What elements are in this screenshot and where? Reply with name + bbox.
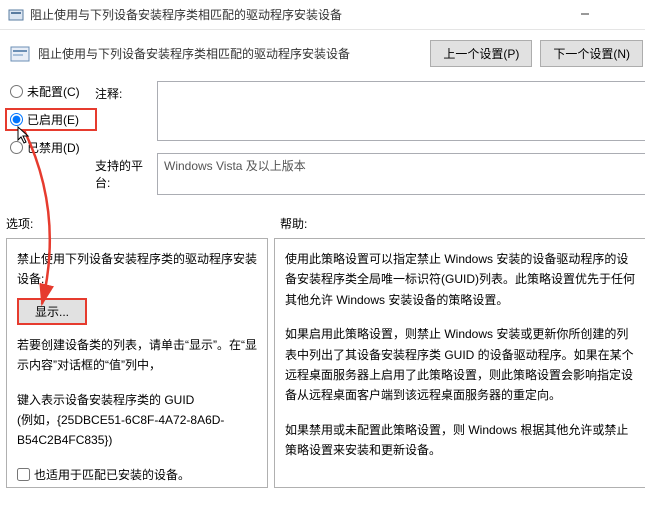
apply-installed-checkbox[interactable]: 也适用于匹配已安装的设备。 bbox=[17, 465, 257, 485]
titlebar: 阻止使用与下列设备安装程序类相匹配的驱动程序安装设备 bbox=[0, 0, 645, 30]
help-label: 帮助: bbox=[280, 215, 307, 232]
help-p3: 如果禁用或未配置此策略设置，则 Windows 根据其他允许或禁止策略设置来安装… bbox=[285, 420, 635, 461]
options-text-2: 若要创建设备类的列表，请单击“显示”。在“显示内容”对话框的“值”列中， bbox=[17, 335, 257, 376]
app-icon bbox=[8, 7, 24, 23]
window-title: 阻止使用与下列设备安装程序类相匹配的驱动程序安装设备 bbox=[30, 6, 342, 23]
state-radios: 未配置(C) 已启用(E) 已禁用(D) bbox=[10, 81, 95, 195]
comment-textarea[interactable] bbox=[157, 81, 645, 141]
platform-box: Windows Vista 及以上版本 bbox=[157, 153, 645, 195]
help-p1: 使用此策略设置可以指定禁止 Windows 安装的设备驱动程序的设备安装程序类全… bbox=[285, 249, 635, 310]
help-panel: 使用此策略设置可以指定禁止 Windows 安装的设备驱动程序的设备安装程序类全… bbox=[274, 238, 645, 488]
show-button[interactable]: 显示... bbox=[17, 298, 87, 325]
section-labels: 选项: 帮助: bbox=[0, 195, 645, 238]
minimize-button[interactable] bbox=[565, 0, 605, 28]
header-title: 阻止使用与下列设备安装程序类相匹配的驱动程序安装设备 bbox=[38, 45, 350, 62]
radio-not-configured[interactable]: 未配置(C) bbox=[10, 83, 95, 100]
platform-label: 支持的平台: bbox=[95, 153, 157, 191]
radio-disabled[interactable]: 已禁用(D) bbox=[10, 139, 95, 156]
radio-label: 已启用(E) bbox=[27, 111, 79, 128]
platform-value: Windows Vista 及以上版本 bbox=[164, 159, 306, 173]
options-text-3: 键入表示设备安装程序类的 GUID bbox=[17, 390, 257, 410]
comment-label: 注释: bbox=[95, 81, 157, 102]
help-p2: 如果启用此策略设置，则禁止 Windows 安装或更新你所创建的列表中列出了其设… bbox=[285, 324, 635, 406]
options-label: 选项: bbox=[6, 215, 280, 232]
radio-label: 未配置(C) bbox=[27, 83, 80, 100]
header-row: 阻止使用与下列设备安装程序类相匹配的驱动程序安装设备 上一个设置(P) 下一个设… bbox=[0, 30, 645, 77]
options-text-4: (例如，{25DBCE51-6C8F-4A72-8A6D-B54C2B4FC83… bbox=[17, 410, 257, 451]
options-panel: 禁止使用下列设备安装程序类的驱动程序安装设备: 显示... 若要创建设备类的列表… bbox=[6, 238, 268, 488]
checkbox-label: 也适用于匹配已安装的设备。 bbox=[34, 465, 190, 485]
radio-label: 已禁用(D) bbox=[27, 139, 80, 156]
radio-enabled[interactable]: 已启用(E) bbox=[7, 110, 95, 129]
options-text-1: 禁止使用下列设备安装程序类的驱动程序安装设备: bbox=[17, 249, 257, 290]
next-setting-button[interactable]: 下一个设置(N) bbox=[540, 40, 643, 67]
policy-icon bbox=[10, 44, 30, 64]
prev-setting-button[interactable]: 上一个设置(P) bbox=[430, 40, 532, 67]
